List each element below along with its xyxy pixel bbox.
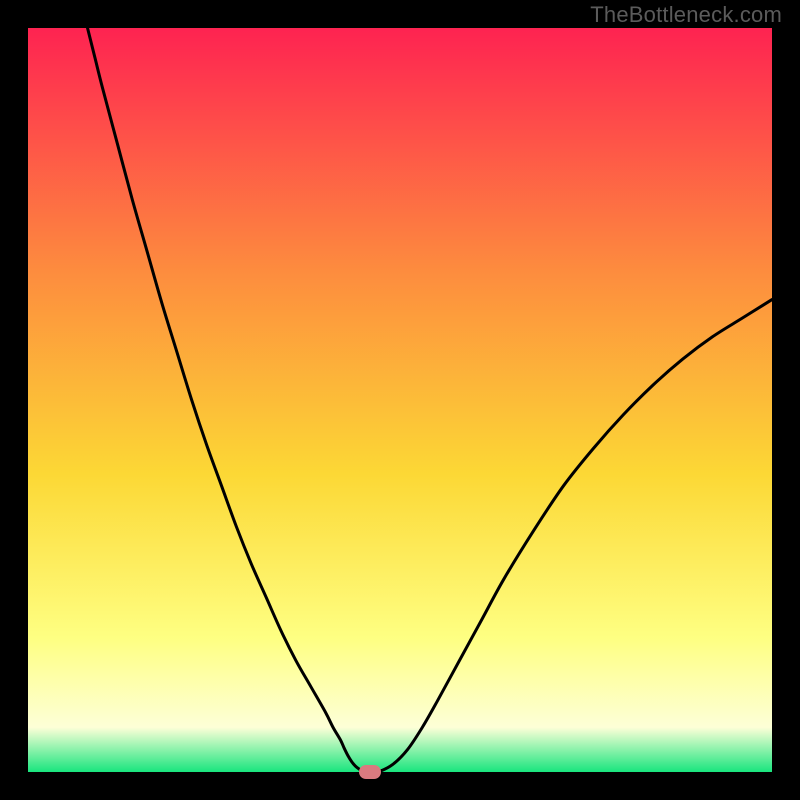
bottleneck-chart [28,28,772,772]
watermark-text: TheBottleneck.com [590,2,782,28]
plot-area [28,28,772,772]
gradient-background [28,28,772,772]
optimal-point-marker [359,765,381,779]
chart-frame: TheBottleneck.com [0,0,800,800]
